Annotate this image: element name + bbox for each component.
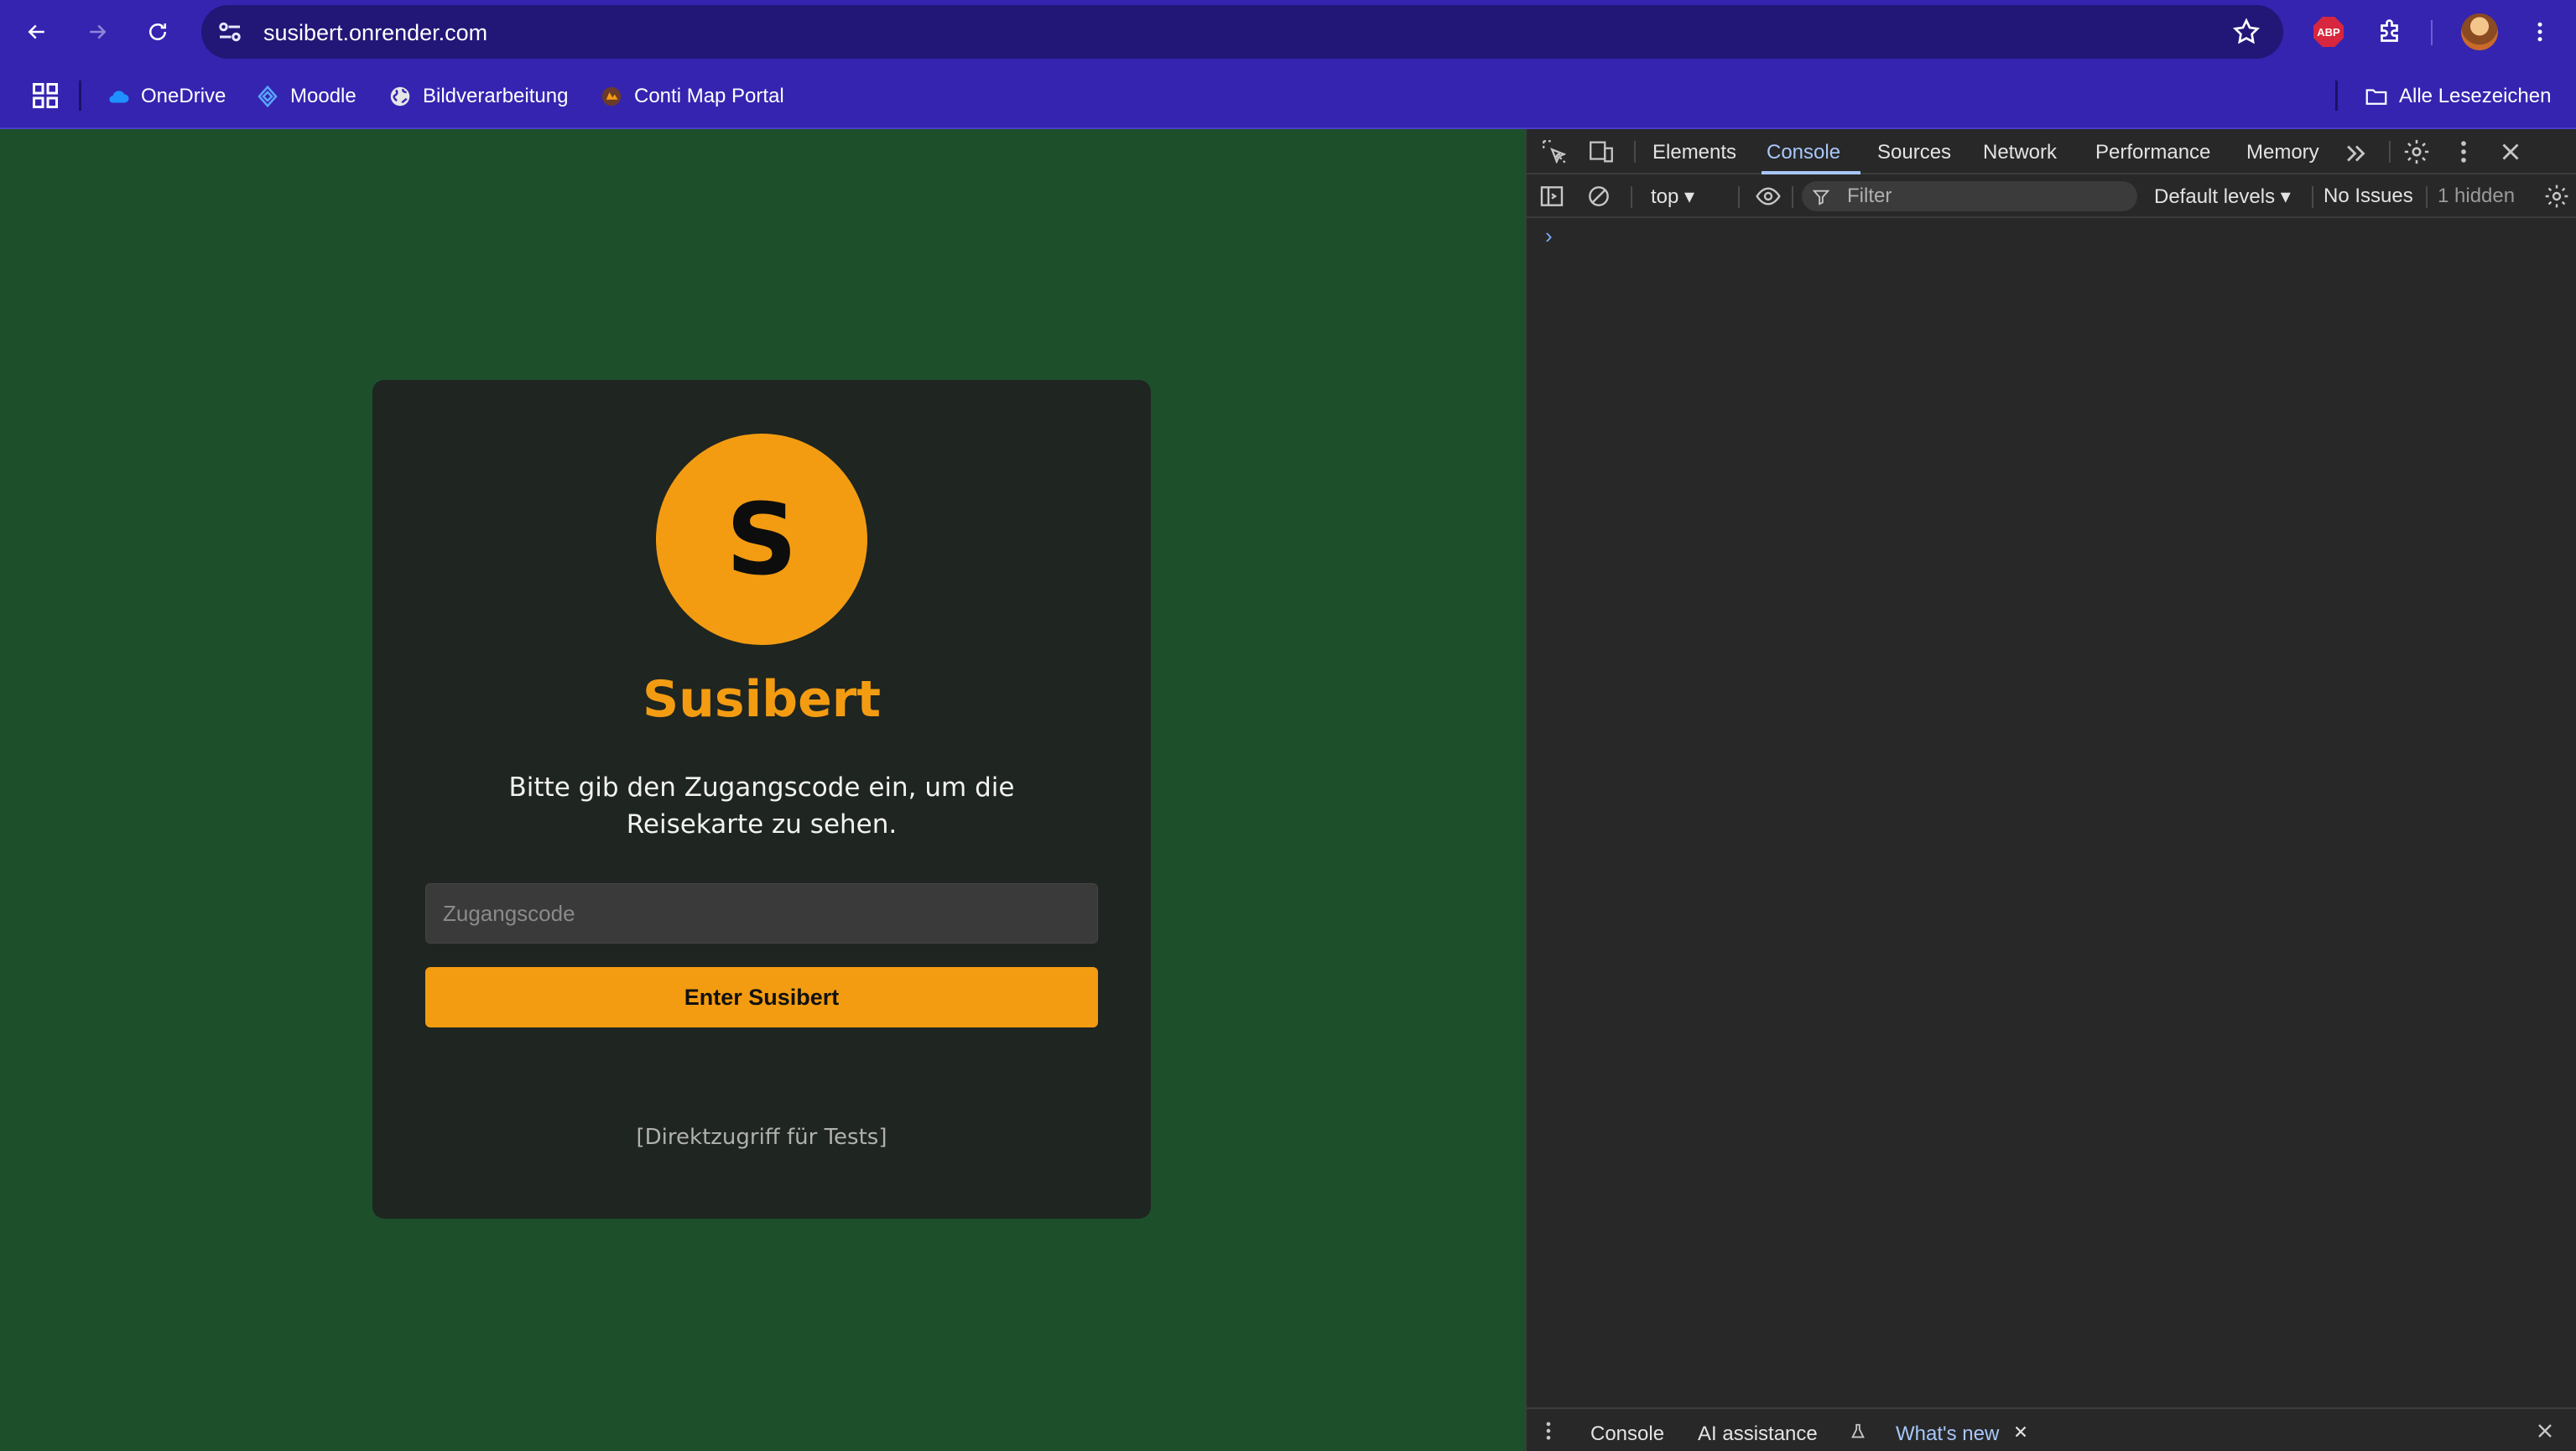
- console-prompt[interactable]: ›: [1545, 223, 1553, 249]
- apps-grid-icon[interactable]: [30, 81, 60, 111]
- logo-letter: S: [726, 481, 798, 597]
- bookmarks-divider: [79, 81, 81, 111]
- hidden-messages-count: 1 hidden: [2438, 185, 2516, 207]
- devtools-tabbar: Elements Console Sources Network Perform…: [1527, 129, 2576, 174]
- browser-menu-button[interactable]: [2520, 12, 2560, 52]
- drawer-tab-ai-assistance[interactable]: AI assistance: [1698, 1422, 1818, 1446]
- bookmark-label: Moodle: [290, 85, 356, 107]
- devtools-panel: Elements Console Sources Network Perform…: [1525, 129, 2576, 1451]
- puzzle-icon: [2381, 19, 2398, 42]
- browser-toolbar: susibert.onrender.com ABP: [0, 0, 2576, 64]
- page-viewport: S Susibert Bitte gib den Zugangscode ein…: [0, 129, 1525, 1451]
- drawer-tab-whats-new[interactable]: What's new: [1896, 1422, 1999, 1446]
- extensions-button[interactable]: [2370, 12, 2411, 52]
- enter-button[interactable]: Enter Susibert: [425, 967, 1098, 1027]
- reload-button[interactable]: [134, 8, 181, 55]
- reload-icon: [149, 23, 166, 40]
- console-divider: [1792, 186, 1793, 208]
- devtools-divider: [1634, 141, 1636, 163]
- console-settings-gear-icon[interactable]: [2543, 183, 2570, 210]
- more-tabs-icon[interactable]: [2342, 139, 2370, 168]
- map-portal-icon: [601, 86, 622, 107]
- forward-button[interactable]: [74, 8, 121, 55]
- drawer-tab-console[interactable]: Console: [1590, 1422, 1664, 1446]
- tab-network[interactable]: Network: [1983, 141, 2057, 164]
- url-text[interactable]: susibert.onrender.com: [263, 20, 487, 46]
- kebab-menu-icon: [2537, 22, 2542, 42]
- login-card: S Susibert Bitte gib den Zugangscode ein…: [372, 380, 1151, 1219]
- bookmark-label: Conti Map Portal: [634, 85, 784, 107]
- page-description: Bitte gib den Zugangscode ein, um die Re…: [508, 772, 1015, 840]
- close-drawer-icon[interactable]: [2533, 1419, 2557, 1443]
- devtools-divider: [2389, 141, 2391, 163]
- bookmark-label: Bildverarbeitung: [423, 85, 569, 107]
- tab-memory[interactable]: Memory: [2246, 141, 2319, 164]
- devtools-drawer-bar: Console AI assistance What's new: [1527, 1407, 2576, 1451]
- flask-icon: [1849, 1422, 1867, 1441]
- all-bookmarks-label: Alle Lesezeichen: [2399, 85, 2552, 107]
- tab-sources[interactable]: Sources: [1877, 141, 1951, 164]
- devtools-menu-icon[interactable]: [2449, 138, 2478, 166]
- filter-funnel-icon: [1812, 190, 1830, 205]
- arrow-left-icon: [28, 24, 44, 39]
- context-selector[interactable]: top ▾: [1651, 185, 1694, 209]
- tab-performance[interactable]: Performance: [2095, 141, 2210, 164]
- log-levels-label: Default levels: [2154, 185, 2276, 208]
- folder-icon: [2365, 89, 2387, 105]
- drawer-menu-icon[interactable]: [1537, 1419, 1560, 1443]
- close-devtools-icon[interactable]: [2496, 138, 2525, 166]
- issues-counter[interactable]: No Issues: [2324, 185, 2413, 208]
- close-tab-icon[interactable]: [2011, 1422, 2030, 1441]
- bookmark-conti-map-portal[interactable]: Conti Map Portal: [599, 81, 784, 112]
- console-filter-input[interactable]: Filter: [1802, 181, 2137, 211]
- avatar: [2461, 13, 2498, 50]
- bookmark-label: OneDrive: [141, 85, 226, 107]
- bookmark-bildverarbeitung[interactable]: Bildverarbeitung: [388, 81, 568, 112]
- console-divider: [1631, 186, 1632, 208]
- device-toolbar-icon[interactable]: [1587, 138, 1616, 166]
- direct-access-link[interactable]: [Direktzugriff für Tests]: [372, 1125, 1151, 1150]
- settings-gear-icon[interactable]: [2402, 138, 2431, 166]
- live-expression-eye-icon[interactable]: [1753, 183, 1783, 210]
- console-divider: [2426, 186, 2428, 208]
- toolbar-divider: [2431, 20, 2433, 45]
- tab-console[interactable]: Console: [1767, 141, 1840, 164]
- tab-elements[interactable]: Elements: [1652, 141, 1736, 164]
- bookmark-onedrive[interactable]: OneDrive: [106, 81, 226, 112]
- adblock-extension-button[interactable]: ABP: [2308, 12, 2349, 52]
- bookmarks-divider-right: [2335, 81, 2338, 111]
- bookmarks-bar: OneDrive Moodle Bildverarbeitung Conti M…: [0, 64, 2576, 129]
- site-settings-icon[interactable]: [215, 17, 245, 47]
- adblock-icon: ABP: [2313, 17, 2344, 47]
- address-bar[interactable]: susibert.onrender.com: [201, 5, 2283, 59]
- logo: S: [656, 434, 867, 645]
- access-code-input[interactable]: [425, 883, 1098, 944]
- globe-icon: [390, 86, 410, 107]
- profile-button[interactable]: [2459, 12, 2500, 52]
- bookmark-moodle[interactable]: Moodle: [255, 81, 356, 112]
- console-divider: [2312, 186, 2313, 208]
- page-title: Susibert: [642, 670, 882, 729]
- moodle-icon: [258, 85, 278, 108]
- sidebar-toggle-icon[interactable]: [1538, 183, 1565, 210]
- clear-console-icon[interactable]: [1585, 183, 1612, 210]
- bookmark-star-icon[interactable]: [2231, 17, 2261, 47]
- arrow-right-icon: [90, 24, 107, 39]
- console-divider: [1738, 186, 1740, 208]
- inspect-element-icon[interactable]: [1540, 138, 1569, 166]
- console-toolbar: top ▾ Filter Default levels ▾ No Issues …: [1527, 174, 2576, 218]
- log-levels-dropdown[interactable]: Default levels ▾: [2154, 185, 2291, 209]
- back-button[interactable]: [13, 8, 60, 55]
- all-bookmarks-button[interactable]: Alle Lesezeichen: [2364, 81, 2551, 112]
- cloud-icon: [109, 91, 129, 103]
- context-label: top: [1651, 185, 1679, 208]
